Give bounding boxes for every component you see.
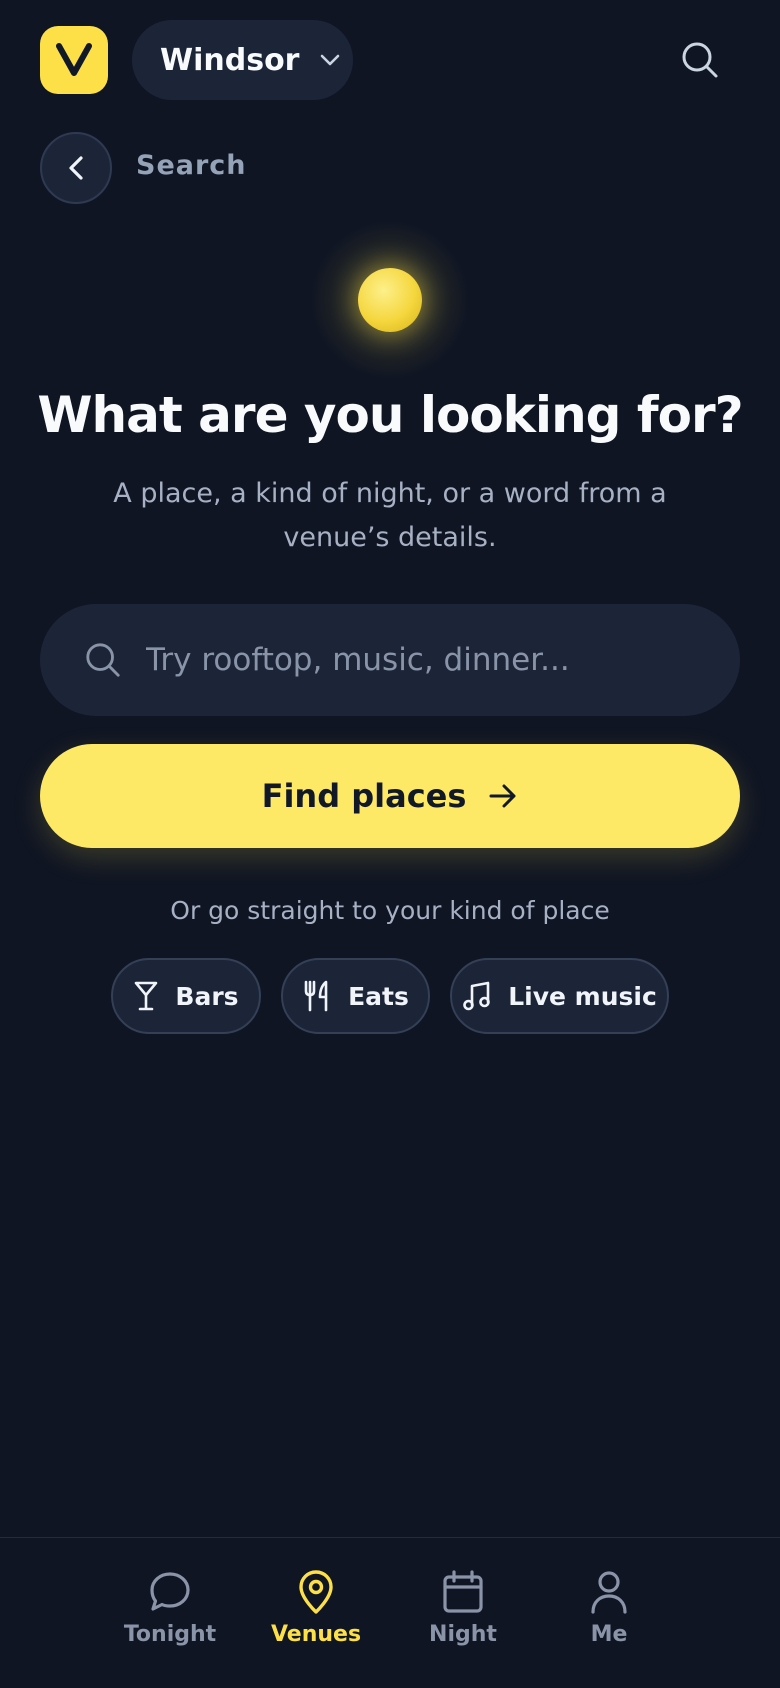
find-places-button[interactable]: Find places <box>40 744 740 848</box>
nav-label: Night <box>429 1622 497 1647</box>
chevron-down-icon <box>321 54 340 66</box>
shortcuts-heading: Or go straight to your kind of place <box>170 896 610 925</box>
city-name: Windsor <box>160 42 300 78</box>
nav-venues[interactable]: Venues <box>256 1568 376 1664</box>
person-icon <box>591 1571 627 1614</box>
chat-bubble-icon <box>150 1572 190 1611</box>
moon-illustration <box>358 268 422 332</box>
chip-bars[interactable]: Bars <box>111 958 261 1034</box>
search-icon <box>682 42 718 78</box>
chip-label: Live music <box>508 981 657 1011</box>
city-selector[interactable]: Windsor <box>132 20 353 100</box>
chip-label: Bars <box>175 981 239 1011</box>
header-search-button[interactable] <box>676 36 724 84</box>
fork-knife-icon <box>304 980 328 1012</box>
nav-tonight[interactable]: Tonight <box>110 1568 230 1664</box>
chip-label: Eats <box>348 981 409 1011</box>
chip-live-music[interactable]: Live music <box>450 958 669 1034</box>
search-field[interactable] <box>40 604 740 716</box>
logo-v-icon <box>56 43 92 76</box>
page-title: What are you looking for? <box>37 386 743 444</box>
nav-label: Tonight <box>123 1622 217 1647</box>
calendar-icon <box>443 1570 483 1613</box>
chip-eats[interactable]: Eats <box>281 958 430 1034</box>
cocktail-glass-icon <box>135 981 158 1011</box>
page-subtitle: A place, a kind of night, or a word from… <box>113 478 667 553</box>
app-logo[interactable] <box>40 26 108 94</box>
back-button[interactable] <box>40 132 112 204</box>
music-note-icon <box>463 981 491 1011</box>
back-label: Search <box>136 150 247 181</box>
bottom-navigation: Tonight Venues Night Me <box>0 1537 780 1688</box>
search-input[interactable] <box>146 642 740 678</box>
chevron-left-icon <box>69 156 83 180</box>
map-pin-icon <box>299 1570 333 1614</box>
search-icon <box>86 643 120 677</box>
nav-me[interactable]: Me <box>549 1568 669 1664</box>
arrow-right-icon <box>489 784 516 808</box>
find-places-label: Find places <box>261 777 467 815</box>
nav-label: Me <box>590 1622 628 1647</box>
nav-label: Venues <box>270 1622 362 1647</box>
search-screen: Windsor Search What are you looking for?… <box>0 0 780 1688</box>
nav-night[interactable]: Night <box>403 1568 523 1664</box>
